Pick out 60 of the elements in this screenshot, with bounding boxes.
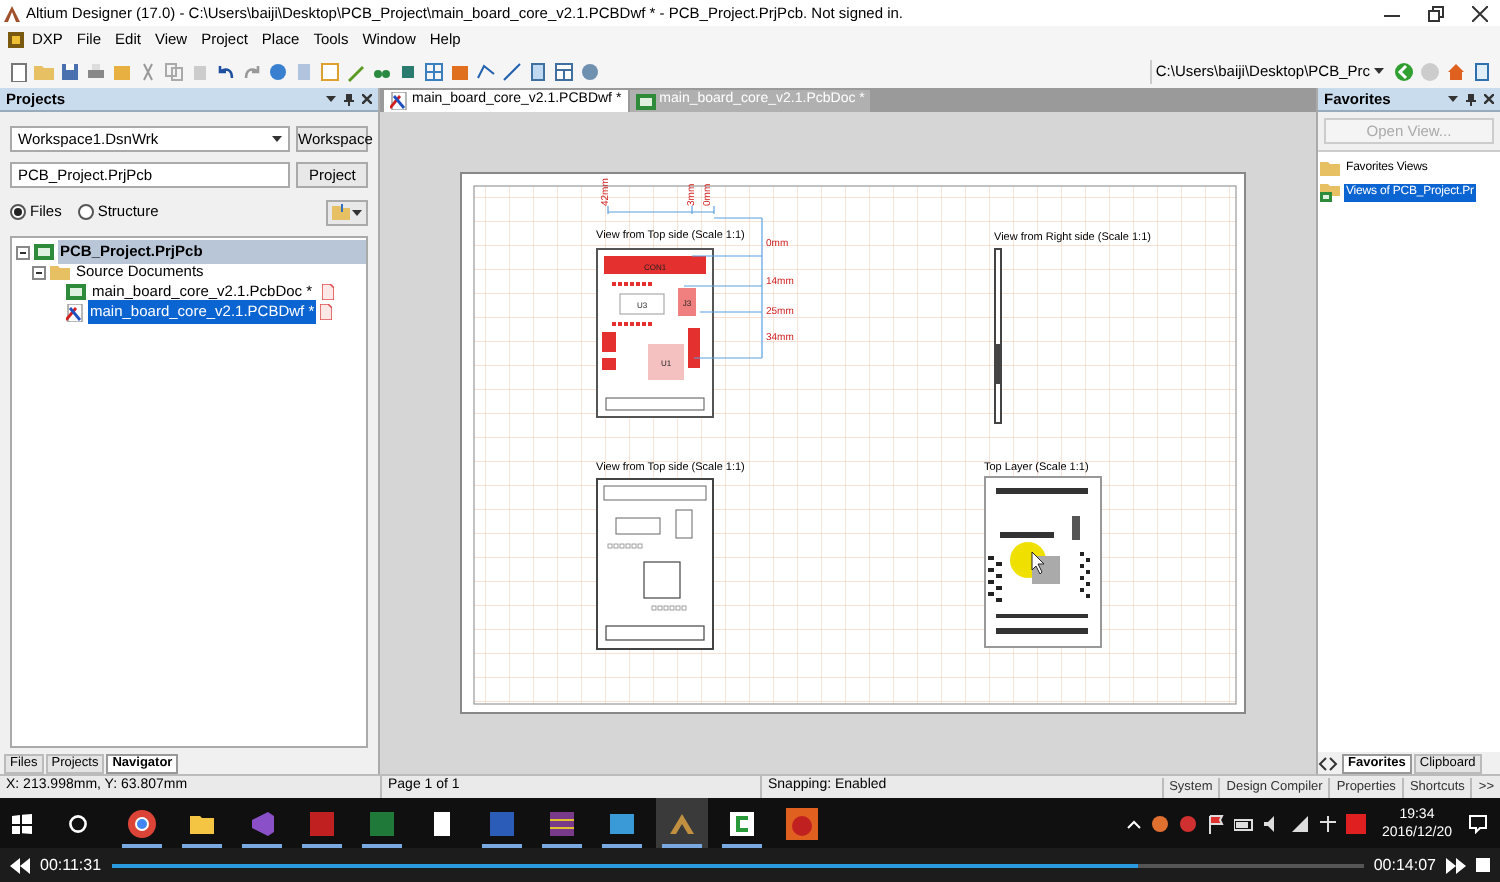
search-circle-icon[interactable] [68,813,88,833]
tray-app-icon[interactable] [1345,813,1366,833]
pencil-icon[interactable] [346,61,366,81]
input-method-icon[interactable] [1317,813,1338,833]
fast-forward-icon[interactable] [1446,857,1466,873]
close-icon[interactable] [1484,94,1494,104]
new-file-icon[interactable] [8,61,28,81]
pin-icon[interactable] [344,93,354,105]
app-menu-icon [8,32,24,48]
caret-icon [1374,68,1384,74]
home-icon[interactable] [1446,61,1466,81]
collapse-icon[interactable] [32,265,46,279]
restore-icon[interactable] [1428,5,1444,21]
table-icon[interactable] [554,61,574,81]
caret-icon[interactable] [1448,96,1458,102]
chip-icon[interactable] [398,61,418,81]
package-icon[interactable] [450,61,470,81]
folder-icon [332,204,350,220]
circuit-board-icon [635,93,656,109]
tray-app-icon[interactable] [1149,813,1170,833]
elapsed-time: 00:11:31 [40,853,102,877]
collapse-icon[interactable] [16,245,30,259]
folder-with-board-icon [1320,182,1340,202]
pin-icon[interactable] [1466,93,1476,105]
folder-icon [50,264,70,280]
wire-icon[interactable] [476,61,496,81]
print-icon[interactable] [86,61,106,81]
wifi-icon[interactable] [1289,813,1310,833]
save-icon[interactable] [60,61,80,81]
caret-icon[interactable] [326,96,336,102]
scroll-right-icon[interactable] [1328,754,1338,774]
chevron-up-icon[interactable] [1125,817,1142,829]
flag-icon[interactable] [1205,813,1226,833]
folder-menu-button[interactable] [326,199,368,225]
app-icon [784,805,820,841]
tray-app-icon[interactable] [1177,813,1198,833]
rewind-icon[interactable] [10,857,30,873]
circuit-board-icon [66,284,86,300]
probe-icon[interactable] [502,61,522,81]
notification-icon[interactable] [1468,813,1488,833]
caret-icon [352,209,362,215]
total-time: 00:14:07 [1373,853,1436,877]
page-icon[interactable] [1472,61,1492,81]
app-logo-icon [4,5,20,21]
app-icon [124,805,160,841]
close-icon[interactable] [362,94,372,104]
document-icon[interactable] [528,61,548,81]
grid-icon[interactable] [424,61,444,81]
scroll-left-icon[interactable] [1318,754,1328,774]
undo-icon[interactable] [216,61,236,81]
drawing-document-icon [66,303,84,321]
close-icon[interactable] [1472,5,1488,21]
back-icon[interactable] [1394,61,1414,81]
windows-logo-icon[interactable] [12,813,32,833]
folder-icon [1320,160,1340,176]
drawing-document-icon [390,92,408,110]
battery-icon[interactable] [1233,813,1254,833]
caret-icon [272,136,282,142]
circuit-board-icon [34,244,54,260]
cut-icon[interactable] [138,61,158,81]
